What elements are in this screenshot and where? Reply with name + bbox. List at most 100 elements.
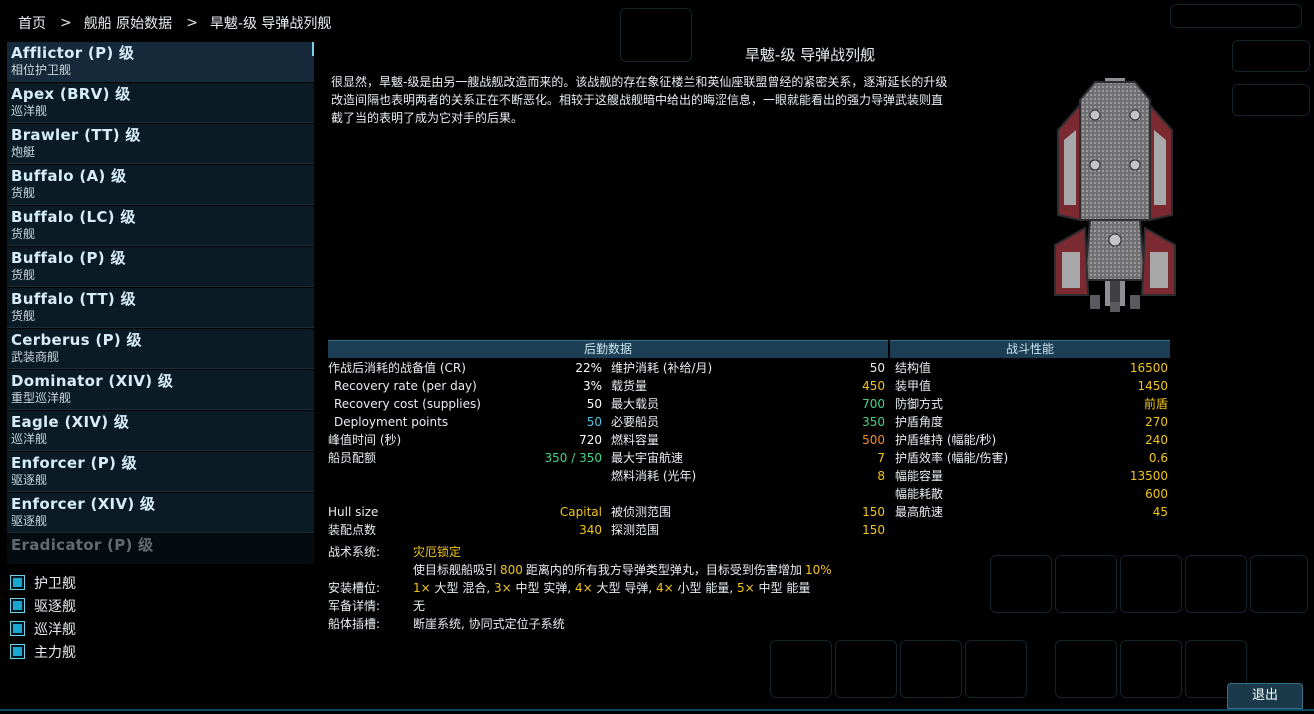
ship-name: Eagle (XIV) 级 xyxy=(11,413,130,431)
list-item[interactable]: Eagle (XIV) 级巡洋舰 xyxy=(7,411,314,451)
ship-type: 货舰 xyxy=(11,268,36,282)
exit-button[interactable]: 退出 xyxy=(1227,683,1303,709)
slot-text: 大型 导弹, xyxy=(596,581,653,595)
breadcrumb-ship-data[interactable]: 舰船 原始数据 xyxy=(84,13,172,33)
ship-type: 重型巡洋舰 xyxy=(11,391,72,405)
ship-list[interactable]: Afflictor (P) 级相位护卫舰 Apex (BRV) 级巡洋舰 Bra… xyxy=(7,42,314,564)
stat-value: 600 xyxy=(1145,487,1168,501)
stat-value: 240 xyxy=(1145,433,1168,447)
stat-value: 700 xyxy=(862,397,885,411)
desc-number: 800 xyxy=(500,563,523,577)
stat-value: Capital xyxy=(559,505,602,519)
slot-count: 4× xyxy=(575,581,593,595)
checkbox[interactable] xyxy=(10,621,25,636)
slot-count: 4× xyxy=(656,581,674,595)
armaments-label: 军备详情: xyxy=(328,599,381,613)
ship-name: Buffalo (P) 级 xyxy=(11,249,126,267)
ship-name: Afflictor (P) 级 xyxy=(11,44,135,62)
checkbox[interactable] xyxy=(10,644,25,659)
stat-value: 8 xyxy=(877,469,885,483)
background-panel xyxy=(1120,640,1182,698)
ship-name: Buffalo (A) 级 xyxy=(11,167,127,185)
ship-type: 巡洋舰 xyxy=(11,432,48,446)
stat-label: 燃料容量 xyxy=(611,433,660,447)
filter-capital[interactable]: 主力舰 xyxy=(10,640,76,663)
chevron-right-icon: > xyxy=(186,15,198,31)
stat-label: 装配点数 xyxy=(328,523,377,537)
ship-name: Brawler (TT) 级 xyxy=(11,126,141,144)
stat-label: 最高航速 xyxy=(895,505,944,519)
stat-value: 22% xyxy=(575,361,602,375)
combat-header: 战斗性能 xyxy=(890,340,1170,358)
stat-label: 被侦测范围 xyxy=(611,505,672,519)
tactical-system-label: 战术系统: xyxy=(328,545,381,559)
ship-type: 驱逐舰 xyxy=(11,514,48,528)
list-scrollbar[interactable] xyxy=(312,42,314,56)
stat-label: Deployment points xyxy=(334,415,449,429)
list-item[interactable]: Buffalo (A) 级货舰 xyxy=(7,165,314,205)
background-panel xyxy=(835,640,897,698)
stat-value: 50 xyxy=(869,361,885,375)
hullmods-label: 船体插槽: xyxy=(328,617,381,631)
background-panel xyxy=(1120,555,1182,613)
background-panel xyxy=(1250,555,1308,613)
list-item[interactable]: Buffalo (LC) 级货舰 xyxy=(7,206,314,246)
ship-description: 很显然，旱魃-级是由另一艘战舰改造而来的。该战舰的存在象征楼兰和英仙座联盟曾经的… xyxy=(331,75,948,125)
desc-text: 距离内的所有我方导弹类型弹丸，目标受到伤害增加 xyxy=(525,563,802,577)
slot-count: 3× xyxy=(494,581,512,595)
stat-value: 13500 xyxy=(1129,469,1168,483)
checkbox[interactable] xyxy=(10,598,25,613)
stat-label: 峰值时间 (秒) xyxy=(328,433,402,447)
slot-count: 1× xyxy=(413,581,431,595)
list-item[interactable]: Dominator (XIV) 级重型巡洋舰 xyxy=(7,370,314,410)
background-panel xyxy=(1170,4,1302,28)
filter-label: 巡洋舰 xyxy=(34,621,76,638)
ship-type: 武装商舰 xyxy=(11,350,60,364)
filter-destroyer[interactable]: 驱逐舰 xyxy=(10,594,76,617)
ship-name: Buffalo (LC) 级 xyxy=(11,208,136,226)
stat-label: 防御方式 xyxy=(895,397,944,411)
list-item[interactable]: Brawler (TT) 级炮艇 xyxy=(7,124,314,164)
armaments-value: 无 xyxy=(413,599,426,613)
checkbox[interactable] xyxy=(10,575,25,590)
list-item[interactable]: Eradicator (P) 级 xyxy=(7,534,314,564)
stat-value: 500 xyxy=(862,433,885,447)
stat-value: 7 xyxy=(877,451,885,465)
tactical-system-description: 使目标舰船吸引 800 距离内的所有我方导弹类型弹丸，目标受到伤害增加 10% xyxy=(413,561,832,579)
breadcrumb-current: 旱魃-级 导弹战列舰 xyxy=(209,16,332,32)
filter-cruiser[interactable]: 巡洋舰 xyxy=(10,617,76,640)
filter-label: 主力舰 xyxy=(34,644,76,661)
breadcrumb: 首页 > 舰船 原始数据 > 旱魃-级 导弹战列舰 xyxy=(18,12,331,34)
stat-label: 幅能容量 xyxy=(895,469,944,483)
desc-text: 使目标舰船吸引 xyxy=(413,563,498,577)
stat-label: 载货量 xyxy=(611,379,648,393)
slot-text: 大型 混合, xyxy=(434,581,491,595)
stat-value: 3% xyxy=(582,379,602,393)
stat-value: 150 xyxy=(862,523,885,537)
hull-size-filters: 护卫舰 驱逐舰 巡洋舰 主力舰 xyxy=(10,571,76,663)
ship-name: Apex (BRV) 级 xyxy=(11,85,131,103)
slot-text: 中型 实弹, xyxy=(515,581,572,595)
list-item[interactable]: Enforcer (P) 级驱逐舰 xyxy=(7,452,314,492)
stat-label: 护盾效率 (幅能/伤害) xyxy=(895,451,1009,465)
stat-value: 45 xyxy=(1152,505,1168,519)
slots-value: 1× 大型 混合, 3× 中型 实弹, 4× 大型 导弹, 4× 小型 能量, … xyxy=(413,579,810,597)
filter-label: 驱逐舰 xyxy=(34,598,76,615)
list-item[interactable]: Buffalo (TT) 级货舰 xyxy=(7,288,314,328)
list-item[interactable]: Afflictor (P) 级相位护卫舰 xyxy=(7,42,314,82)
stat-label: 护盾维持 (幅能/秒) xyxy=(895,433,997,447)
list-item[interactable]: Apex (BRV) 级巡洋舰 xyxy=(7,83,314,123)
stat-label: 燃料消耗 (光年) xyxy=(611,469,697,483)
ship-type: 驱逐舰 xyxy=(11,473,48,487)
stat-label: 必要船员 xyxy=(611,415,660,429)
ship-name: Buffalo (TT) 级 xyxy=(11,290,136,308)
stat-value: 50 xyxy=(586,397,602,411)
breadcrumb-home[interactable]: 首页 xyxy=(18,13,46,33)
ship-title: 旱魃-级 导弹战列舰 xyxy=(744,46,876,64)
list-item[interactable]: Buffalo (P) 级货舰 xyxy=(7,247,314,287)
list-item[interactable]: Enforcer (XIV) 级驱逐舰 xyxy=(7,493,314,533)
stat-label: Recovery cost (supplies) xyxy=(334,397,481,411)
filter-frigate[interactable]: 护卫舰 xyxy=(10,571,76,594)
ship-type: 货舰 xyxy=(11,227,36,241)
list-item[interactable]: Cerberus (P) 级武装商舰 xyxy=(7,329,314,369)
